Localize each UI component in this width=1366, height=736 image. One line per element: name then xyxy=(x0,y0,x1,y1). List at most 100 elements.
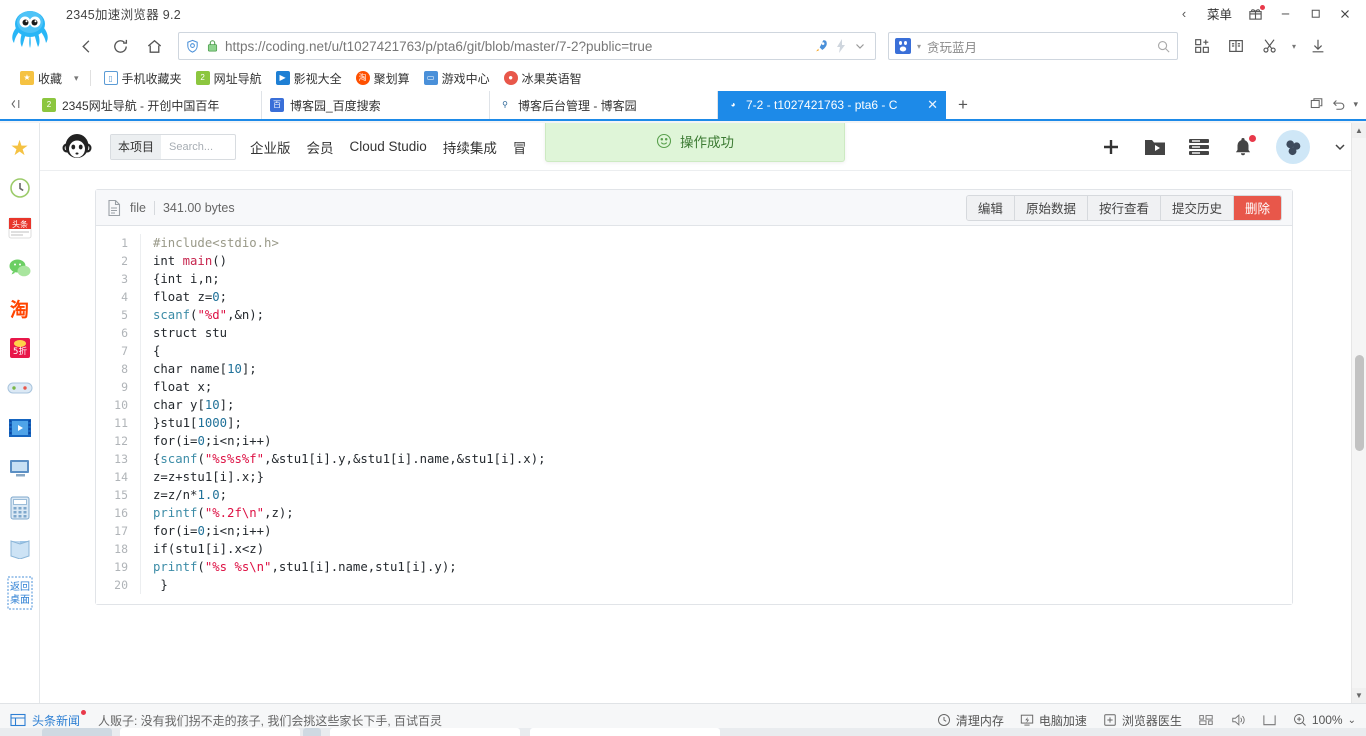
bookmark-item-0[interactable]: ▯ 手机收藏夹 xyxy=(98,68,188,89)
window-restore-icon[interactable] xyxy=(1309,97,1325,111)
new-tab-button[interactable]: + xyxy=(946,91,980,119)
video-film-icon[interactable] xyxy=(7,415,33,441)
scissors-icon[interactable] xyxy=(1254,31,1286,61)
page-scrollbar[interactable]: ▲ ▼ xyxy=(1351,123,1366,703)
news-ticker[interactable]: 头条新闻 人贩子: 没有我们拐不走的孩子, 我们会挑这些家长下手, 百试百灵 xyxy=(10,709,442,729)
computer-icon[interactable] xyxy=(7,455,33,481)
minimize-button[interactable] xyxy=(1270,0,1300,27)
pc-boost-button[interactable]: 电脑加速 xyxy=(1020,712,1087,729)
search-box[interactable]: ▾ 贪玩蓝月 xyxy=(888,32,1178,60)
scissors-caret-icon[interactable]: ▾ xyxy=(1288,31,1300,61)
reload-icon[interactable] xyxy=(104,31,136,61)
project-search-box[interactable]: 本项目 Search... xyxy=(110,133,237,160)
tab-close-icon[interactable]: ✕ xyxy=(927,97,938,113)
file-head-divider xyxy=(153,200,155,215)
repo-icon[interactable] xyxy=(1144,137,1166,157)
star-favorites-icon[interactable]: ★ xyxy=(7,135,33,161)
zoom-caret-icon[interactable]: ⌄ xyxy=(1348,715,1356,726)
list-icon[interactable] xyxy=(1188,138,1210,156)
site-nav-item-3[interactable]: 持续集成 xyxy=(443,137,497,157)
lightning-icon[interactable] xyxy=(835,38,847,54)
home-icon[interactable] xyxy=(138,31,170,61)
window-icon[interactable] xyxy=(1262,713,1277,727)
code-line: scanf("%d",&n); xyxy=(153,308,265,322)
code-source[interactable]: #include<stdio.h> int main() {int i,n; floa… xyxy=(140,234,1292,594)
coding-monkey-logo[interactable] xyxy=(58,128,96,166)
back-arrow-icon[interactable] xyxy=(70,31,102,61)
search-icon[interactable] xyxy=(1156,39,1171,54)
undo-icon[interactable] xyxy=(1331,97,1347,111)
edit-button[interactable]: 编辑 xyxy=(966,195,1015,220)
maximize-button[interactable] xyxy=(1300,0,1330,27)
blame-view-button[interactable]: 按行查看 xyxy=(1087,195,1161,220)
scroll-down-arrow[interactable]: ▼ xyxy=(1352,688,1366,703)
zoom-control[interactable]: 100% ⌄ xyxy=(1293,713,1356,727)
chevron-down-icon[interactable] xyxy=(853,39,867,53)
scroll-up-arrow[interactable]: ▲ xyxy=(1352,123,1366,138)
cnblogs-icon: ⚲ xyxy=(498,98,512,112)
juhuasuan-icon: 淘 xyxy=(355,71,370,85)
bookmark-item-3[interactable]: 淘 聚划算 xyxy=(350,68,416,89)
menu-button[interactable]: 菜单 xyxy=(1199,0,1240,27)
reader-mode-icon[interactable] xyxy=(1220,31,1252,61)
search-engine-caret-icon[interactable]: ▾ xyxy=(917,42,921,51)
bookmark-item-5[interactable]: ● 冰果英语智 xyxy=(498,68,588,89)
favorites-caret-icon[interactable]: ▾ xyxy=(70,73,83,84)
delete-button[interactable]: 删除 xyxy=(1233,195,1281,220)
site-nav-item-2[interactable]: Cloud Studio xyxy=(350,139,427,154)
site-nav-item-4[interactable]: 冒 xyxy=(513,137,527,157)
gift-icon[interactable] xyxy=(1240,0,1270,27)
browser-doctor-label: 浏览器医生 xyxy=(1121,713,1182,728)
clean-memory-button[interactable]: 清理内存 xyxy=(937,712,1004,729)
browser-doctor-button[interactable]: 浏览器医生 xyxy=(1103,712,1182,729)
bell-icon[interactable] xyxy=(1232,134,1256,158)
screenshot-icon[interactable] xyxy=(1198,713,1214,727)
code-line: {scanf("%s%s%f",&stu1[i].y,&stu1[i].name… xyxy=(153,452,546,466)
search-input[interactable]: 贪玩蓝月 xyxy=(927,37,977,56)
bookmark-item-4[interactable]: ▭ 游戏中心 xyxy=(418,68,496,89)
calculator-icon[interactable] xyxy=(7,495,33,521)
notebook-icon[interactable] xyxy=(7,535,33,561)
taobao-icon[interactable]: 淘 xyxy=(7,295,33,321)
site-nav-item-1[interactable]: 会员 xyxy=(307,137,334,157)
toutiao-news-icon[interactable]: 头条 xyxy=(7,215,33,241)
project-search-input[interactable]: Search... xyxy=(161,141,235,153)
wechat-icon[interactable] xyxy=(7,255,33,281)
address-bar[interactable]: https://coding.net/u/t1027421763/p/pta6/… xyxy=(178,32,876,60)
tab-3-active[interactable]: ◕ 7-2 - t1027421763 - pta6 - C ✕ xyxy=(718,91,946,119)
commit-history-button[interactable]: 提交历史 xyxy=(1160,195,1234,220)
bookmark-label: 手机收藏夹 xyxy=(121,71,182,86)
download-icon[interactable] xyxy=(1302,31,1334,61)
line-number: 20 xyxy=(114,578,128,592)
title-back-chevron[interactable]: ‹ xyxy=(1169,0,1199,27)
line-number: 17 xyxy=(114,524,128,538)
apps-grid-icon[interactable] xyxy=(1186,31,1218,61)
tab-0[interactable]: 2 2345网址导航 - 开创中国百年 xyxy=(34,91,262,119)
tab-list-icon[interactable] xyxy=(0,89,34,119)
bookmark-item-1[interactable]: 2 网址导航 xyxy=(190,68,268,89)
news-headline[interactable]: 人贩子: 没有我们拐不走的孩子, 我们会挑这些家长下手, 百试百灵 xyxy=(98,712,442,729)
project-scope-label[interactable]: 本项目 xyxy=(111,134,162,159)
show-desktop-icon[interactable]: 返回 桌面 xyxy=(7,575,33,611)
chevron-down-icon[interactable] xyxy=(1332,139,1348,155)
gamepad-icon[interactable] xyxy=(7,375,33,401)
history-clock-icon[interactable] xyxy=(7,175,33,201)
baidu-paw-icon[interactable] xyxy=(895,38,911,54)
site-nav-item-0[interactable]: 企业版 xyxy=(250,137,291,157)
tab-2[interactable]: ⚲ 博客后台管理 - 博客园 xyxy=(490,91,718,119)
raw-data-button[interactable]: 原始数据 xyxy=(1014,195,1088,220)
chevron-down-icon[interactable]: ▾ xyxy=(1353,99,1358,110)
rocket-icon[interactable] xyxy=(813,38,829,54)
plus-icon[interactable] xyxy=(1100,136,1122,158)
volume-icon[interactable] xyxy=(1230,713,1246,727)
discount-5zhe-icon[interactable]: 5折 xyxy=(7,335,33,361)
avatar[interactable] xyxy=(1276,129,1310,164)
scroll-thumb[interactable] xyxy=(1355,355,1364,451)
line-number: 9 xyxy=(121,380,128,394)
svg-text:返回: 返回 xyxy=(10,581,30,593)
close-button[interactable] xyxy=(1330,0,1360,27)
bookmark-favorites[interactable]: ★ 收藏 xyxy=(14,68,68,89)
bookmark-item-2[interactable]: ▶ 影视大全 xyxy=(270,68,348,89)
file-name: file xyxy=(130,200,146,215)
tab-1[interactable]: 百 博客园_百度搜索 xyxy=(262,91,490,119)
